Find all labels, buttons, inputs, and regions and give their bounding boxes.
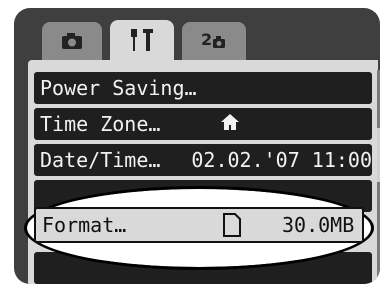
home-icon (220, 112, 372, 136)
tools-icon (131, 29, 153, 51)
scrollbar-thumb[interactable] (377, 128, 380, 182)
tab-my-menu[interactable]: 2 (182, 22, 246, 60)
my-menu-icon: 2 (201, 31, 225, 49)
menu-item-time-zone[interactable]: Time Zone… (34, 108, 372, 140)
date-time-value: 02.02.'07 11:00 (191, 148, 372, 172)
memory-card-icon (222, 213, 282, 237)
camera-icon (62, 33, 82, 49)
format-capacity: 30.0MB (282, 213, 355, 237)
tab-shooting[interactable] (42, 22, 102, 60)
svg-text:2: 2 (201, 31, 212, 49)
menu-item-label: Date/Time… (40, 148, 161, 172)
menu-item-label: Power Saving… (40, 76, 197, 100)
menu-item-power-saving[interactable]: Power Saving… (34, 72, 372, 104)
menu-item-format[interactable]: Format… 30.0MB (34, 207, 364, 243)
menu-item-label: Time Zone… (40, 112, 161, 136)
menu-item-date-time[interactable]: Date/Time… 02.02.'07 11:00 (34, 144, 372, 176)
menu-item-label: Format… (42, 213, 127, 237)
tab-setup[interactable] (110, 20, 174, 60)
